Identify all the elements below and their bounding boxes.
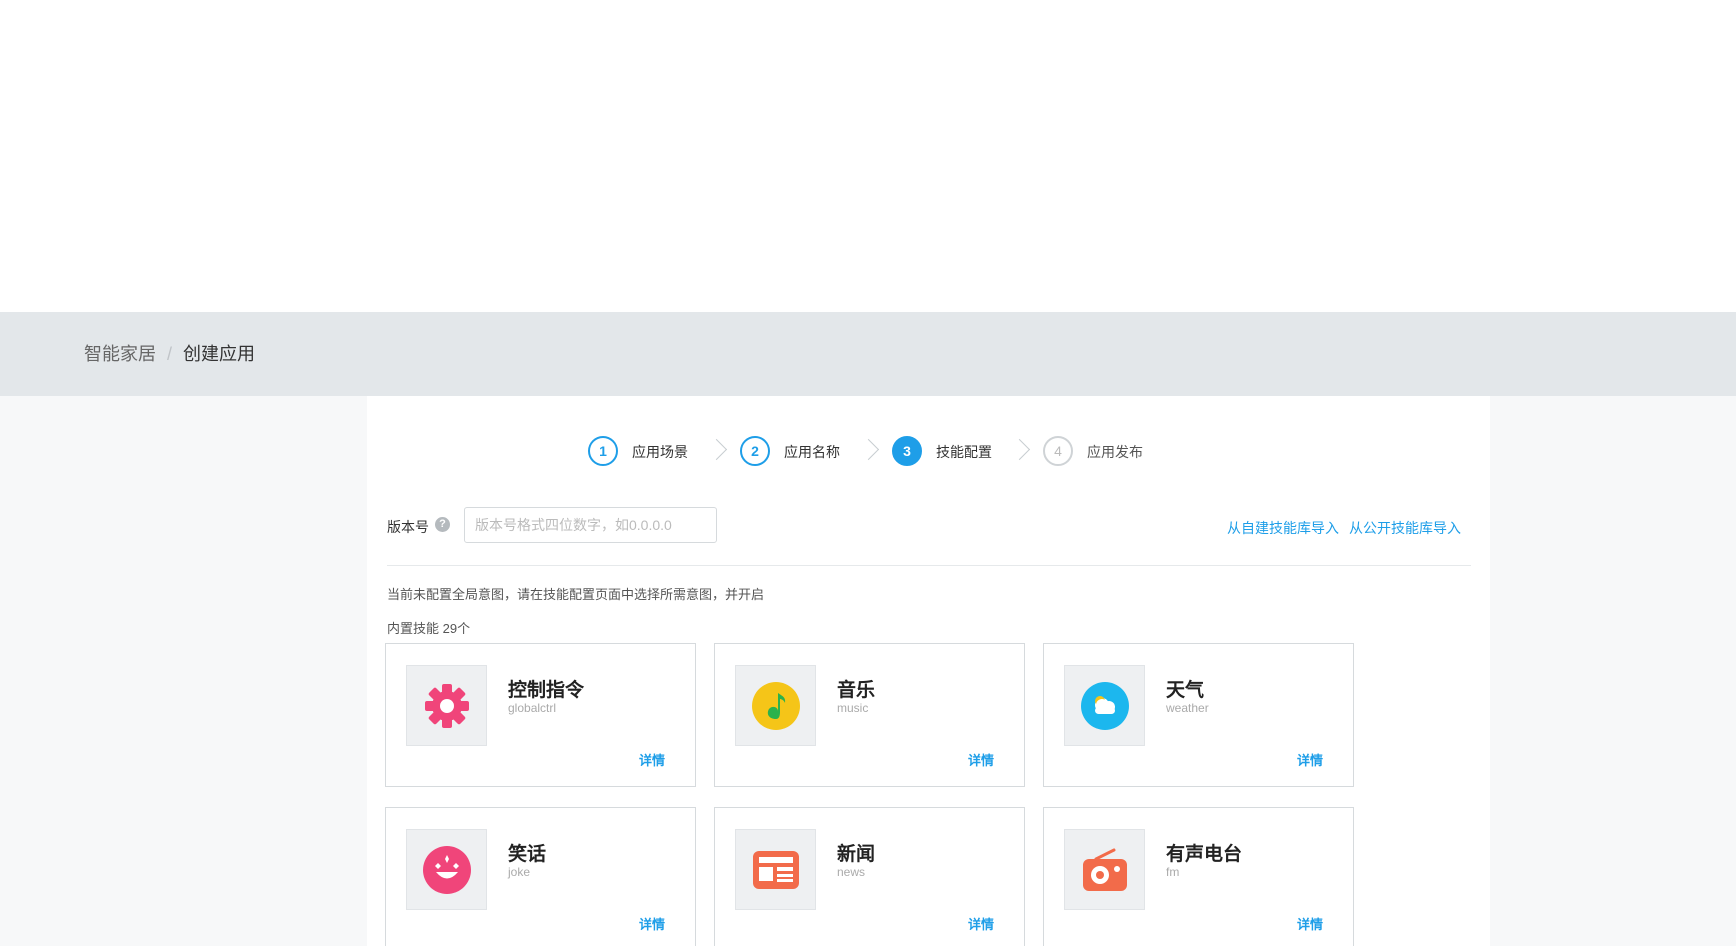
step-2-number: 2	[740, 436, 770, 466]
step-arrow-icon	[705, 438, 728, 461]
skill-detail-link[interactable]: 详情	[968, 914, 994, 933]
breadcrumb-current: 创建应用	[183, 344, 256, 364]
gear-icon	[425, 684, 469, 728]
breadcrumb-parent[interactable]: 智能家居	[84, 344, 156, 364]
breadcrumb-bar: 智能家居 / 创建应用	[0, 312, 1736, 396]
version-label: 版本号	[387, 519, 429, 535]
skill-title: 有声电台	[1166, 844, 1243, 865]
skill-detail-link[interactable]: 详情	[639, 914, 665, 933]
skill-icon-box	[735, 665, 816, 746]
skill-detail-link[interactable]: 详情	[639, 750, 665, 769]
step-1-label: 应用场景	[632, 444, 688, 460]
builtin-skill-count: 内置技能 29个	[387, 621, 471, 636]
skill-title: 天气	[1166, 680, 1205, 701]
divider	[387, 565, 1471, 566]
main-panel: 1 应用场景 2 应用名称 3 技能配置 4 应用发布 版本号 ? 从自	[367, 396, 1490, 946]
skill-card[interactable]: 天气 weather 详情	[1043, 643, 1354, 787]
skill-subtitle: weather	[1166, 701, 1209, 715]
import-custom-link[interactable]: 从自建技能库导入	[1227, 520, 1339, 536]
notice-text: 当前未配置全局意图，请在技能配置页面中选择所需意图，并开启	[387, 587, 765, 602]
music-icon	[752, 682, 800, 730]
import-links: 从自建技能库导入 从公开技能库导入	[1217, 518, 1461, 538]
top-blank-area	[0, 0, 1736, 312]
skill-detail-link[interactable]: 详情	[1297, 750, 1323, 769]
step-arrow-icon	[857, 438, 880, 461]
skill-card[interactable]: 笑话 joke 详情	[385, 807, 696, 946]
breadcrumb-separator: /	[167, 344, 173, 364]
step-3-number: 3	[892, 436, 922, 466]
weather-icon	[1081, 682, 1129, 730]
step-4-number: 4	[1043, 436, 1073, 466]
step-4-label: 应用发布	[1087, 444, 1143, 460]
step-arrow-icon	[1008, 438, 1031, 461]
help-icon[interactable]: ?	[435, 517, 450, 532]
skill-icon-box	[406, 829, 487, 910]
version-input[interactable]	[464, 507, 717, 543]
skill-icon-box	[1064, 665, 1145, 746]
import-public-link[interactable]: 从公开技能库导入	[1349, 520, 1461, 536]
skill-card[interactable]: 有声电台 fm 详情	[1043, 807, 1354, 946]
skill-subtitle: news	[837, 865, 866, 879]
joke-icon	[423, 846, 471, 894]
skill-subtitle: music	[837, 701, 869, 715]
skill-subtitle: globalctrl	[508, 701, 557, 715]
skill-icon-box	[1064, 829, 1145, 910]
skill-title: 新闻	[837, 844, 876, 865]
page: 智能家居 / 创建应用 1 应用场景 2 应用名称 3 技能配置 4 应用发布	[0, 0, 1736, 946]
skill-icon-box	[735, 829, 816, 910]
skill-card[interactable]: 音乐 music 详情	[714, 643, 1025, 787]
news-icon	[753, 851, 799, 889]
step-1-number: 1	[588, 436, 618, 466]
skill-icon-box	[406, 665, 487, 746]
step-2-label: 应用名称	[784, 444, 840, 460]
skill-title: 控制指令	[508, 680, 585, 701]
skill-detail-link[interactable]: 详情	[1297, 914, 1323, 933]
radio-icon	[1083, 848, 1127, 891]
skill-card[interactable]: 控制指令 globalctrl 详情	[385, 643, 696, 787]
skill-title: 音乐	[837, 680, 876, 701]
skill-title: 笑话	[508, 844, 547, 865]
breadcrumb: 智能家居 / 创建应用	[84, 342, 255, 366]
skill-detail-link[interactable]: 详情	[968, 750, 994, 769]
skill-subtitle: fm	[1166, 865, 1180, 879]
skill-subtitle: joke	[508, 865, 531, 879]
step-3-label: 技能配置	[936, 444, 992, 460]
skill-card[interactable]: 新闻 news 详情	[714, 807, 1025, 946]
